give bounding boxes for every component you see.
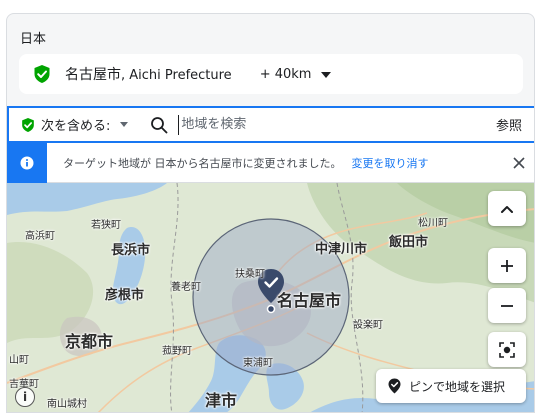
select-by-pin-button[interactable]: ピンで地域を選択 <box>376 369 526 403</box>
radius-selector[interactable]: + 40km <box>260 67 312 82</box>
collapse-map-button[interactable] <box>488 191 526 226</box>
location-region: , Aichi Prefecture <box>121 68 232 83</box>
change-notice: ターゲット地域が 日本から名古屋市に変更されました。 変更を取り消す <box>7 142 534 183</box>
country-label: 日本 <box>20 32 47 47</box>
map-label: 菰野町 <box>162 346 192 357</box>
map-label: 飯田市 <box>389 235 429 250</box>
map-label: 高浜町 <box>25 231 55 242</box>
map-label: 養老町 <box>171 282 201 293</box>
location-search-input[interactable] <box>178 114 469 135</box>
map-label: 若狭町 <box>91 220 121 231</box>
caret-down-icon[interactable] <box>120 122 129 127</box>
map-label: 名古屋市 <box>277 291 342 310</box>
browse-button[interactable]: 参照 <box>496 115 522 134</box>
map-view[interactable]: 高浜町 若狭町 長浜市 扶桑町 中津川市 飯田市 松川町 養老町 彦根市 名古屋… <box>7 183 534 412</box>
map-label: 設楽町 <box>353 320 383 331</box>
selected-location-card: 名古屋市, Aichi Prefecture + 40km <box>19 54 523 94</box>
plus-icon <box>501 259 513 272</box>
map-label: 扶桑町 <box>235 269 265 280</box>
pin-icon <box>388 378 401 394</box>
map-label: 南山城村 <box>47 399 87 410</box>
info-icon <box>7 142 47 183</box>
location-search-bar: 次を含める: 参照 <box>7 106 534 143</box>
location-name: 名古屋市, Aichi Prefecture <box>65 64 232 84</box>
target-icon <box>499 341 515 358</box>
map-label: 山町 <box>9 355 29 366</box>
map-label: 中津川市 <box>315 242 368 257</box>
chevron-down-icon[interactable] <box>321 72 332 78</box>
map-label: 彦根市 <box>105 288 145 303</box>
minus-icon <box>501 304 513 307</box>
location-city: 名古屋市 <box>65 67 121 83</box>
map-label: 津市 <box>205 391 238 410</box>
map-label: 松川町 <box>418 218 448 229</box>
include-check-icon <box>22 117 34 132</box>
zoom-in-button[interactable] <box>488 248 526 283</box>
zoom-out-button[interactable] <box>488 288 526 323</box>
notice-text: ターゲット地域が 日本から名古屋市に変更されました。 <box>63 156 342 170</box>
chevron-up-icon <box>501 205 513 213</box>
select-by-pin-label: ピンで地域を選択 <box>409 379 506 394</box>
map-label: 京都市 <box>65 332 114 351</box>
verified-check-icon <box>34 65 50 83</box>
map-label: 東浦町 <box>243 358 273 369</box>
undo-change-link[interactable]: 変更を取り消す <box>352 155 429 171</box>
location-panel: 日本 名古屋市, Aichi Prefecture + 40km 次を含める: … <box>6 13 535 413</box>
close-icon[interactable] <box>512 156 526 170</box>
include-dropdown[interactable]: 次を含める: <box>41 115 110 134</box>
map-attribution-icon[interactable]: i <box>15 387 35 407</box>
recenter-button[interactable] <box>488 332 526 367</box>
map-label: 長浜市 <box>111 243 151 258</box>
search-icon <box>151 116 168 133</box>
